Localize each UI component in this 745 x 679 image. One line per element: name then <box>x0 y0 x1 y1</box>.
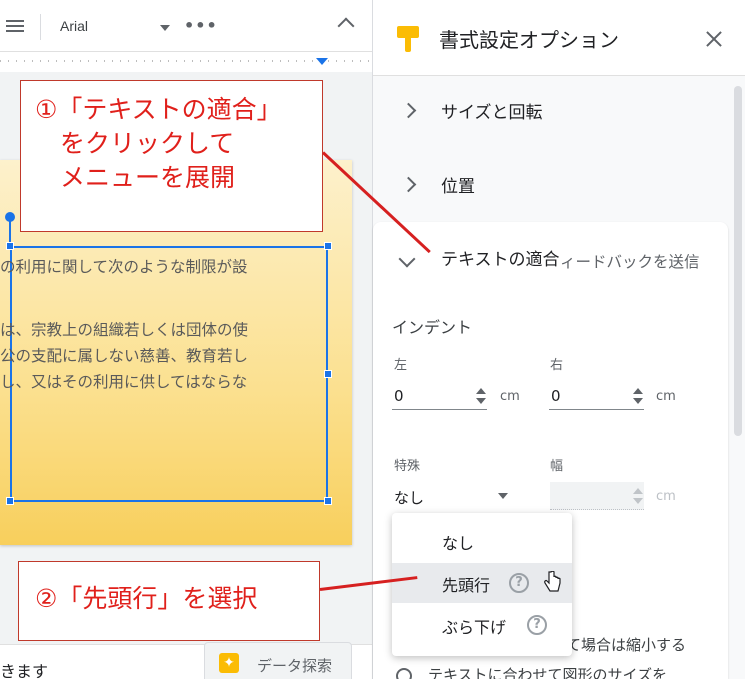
option-label: ぶら下げ <box>442 618 507 637</box>
dropdown-option-hanging[interactable]: ぶら下げ ? <box>392 605 572 645</box>
chevron-down-icon <box>398 250 416 268</box>
explore-label: データ探索 <box>257 657 333 675</box>
chevron-up-icon[interactable] <box>337 17 355 35</box>
section-label: 位置 <box>441 177 475 197</box>
indent-left-input[interactable] <box>392 382 487 410</box>
panel-scrollbar[interactable] <box>734 86 742 436</box>
chevron-down-icon[interactable] <box>498 493 508 499</box>
option-label: 先頭行 <box>442 576 491 595</box>
speaker-notes-text[interactable]: きます <box>0 658 48 679</box>
width-input <box>550 482 644 510</box>
rotation-handle[interactable] <box>5 212 15 222</box>
slide-text-line: は、宗教上の組織若しくは団体の使 <box>0 321 249 339</box>
special-indent-select[interactable]: なし <box>394 487 424 508</box>
callout-line: メニューを展開 <box>35 163 236 192</box>
dropdown-option-none[interactable]: なし <box>392 521 572 561</box>
section-size-rotation[interactable]: サイズと回転 <box>373 82 745 142</box>
help-icon[interactable]: ? <box>509 573 529 593</box>
section-label: テキストの適合 <box>441 250 560 270</box>
indent-left-unit: cm <box>500 389 520 404</box>
explore-icon: ✦ <box>219 653 239 673</box>
radio-resize-shape[interactable] <box>396 668 412 679</box>
indent-right-label: 右 <box>550 358 564 373</box>
annotation-callout-1: ①「テキストの適合」 をクリックして メニューを展開 <box>20 80 323 232</box>
panel-title: 書式設定オプション <box>439 28 619 52</box>
width-unit: cm <box>656 489 676 504</box>
indent-left-label: 左 <box>394 358 408 373</box>
chevron-right-icon <box>400 102 417 119</box>
toolbar-divider <box>40 14 41 40</box>
option-label: なし <box>442 534 475 553</box>
feedback-link[interactable]: ィードバックを送信 <box>560 250 700 272</box>
explore-button[interactable]: ✦ データ探索 <box>204 642 352 679</box>
callout-line: ①「テキストの適合」 <box>35 95 282 124</box>
resize-handle-bottom-right[interactable] <box>324 497 332 505</box>
width-stepper <box>633 488 643 506</box>
indent-left-stepper[interactable] <box>476 388 486 406</box>
option-resize-shape-label: テキストに合わせて図形のサイズを <box>428 666 668 679</box>
chevron-right-icon <box>400 176 417 193</box>
help-icon[interactable]: ? <box>527 615 547 635</box>
paint-roller-icon <box>397 26 419 54</box>
close-icon[interactable] <box>705 30 723 48</box>
width-label: 幅 <box>550 459 564 474</box>
font-selector[interactable]: Arial <box>60 18 170 38</box>
indent-marker-icon[interactable] <box>316 58 328 65</box>
annotation-callout-2: ②「先頭行」を選択 <box>18 561 320 641</box>
resize-handle-top-left[interactable] <box>6 242 14 250</box>
hand-cursor-icon <box>544 571 561 592</box>
slide-text-line: し、又はその利用に供してはならな <box>0 373 248 391</box>
option-shrink-text[interactable]: て場合は縮小する <box>566 634 686 655</box>
chevron-down-icon[interactable] <box>160 25 170 31</box>
resize-handle-right[interactable] <box>324 370 332 378</box>
slide-text-line: の利用に関して次のような制限が設 <box>0 258 248 276</box>
indent-title: インデント <box>392 318 473 337</box>
resize-handle-bottom-left[interactable] <box>6 497 14 505</box>
menu-icon[interactable] <box>6 20 24 34</box>
toolbar: Arial ••• <box>0 0 372 52</box>
indent-right-stepper[interactable] <box>633 388 643 406</box>
section-position[interactable]: 位置 <box>373 156 745 216</box>
callout-line: をクリックして <box>35 129 235 158</box>
section-label: サイズと回転 <box>441 103 543 123</box>
resize-handle-top-right[interactable] <box>324 242 332 250</box>
panel-header: 書式設定オプション <box>373 0 745 76</box>
special-indent-label: 特殊 <box>394 459 421 474</box>
indent-right-input[interactable] <box>549 382 644 410</box>
slide-text-line: 公の支配に属しない慈善、教育若し <box>0 347 249 365</box>
indent-right-unit: cm <box>656 389 676 404</box>
more-options-icon[interactable]: ••• <box>184 16 218 35</box>
